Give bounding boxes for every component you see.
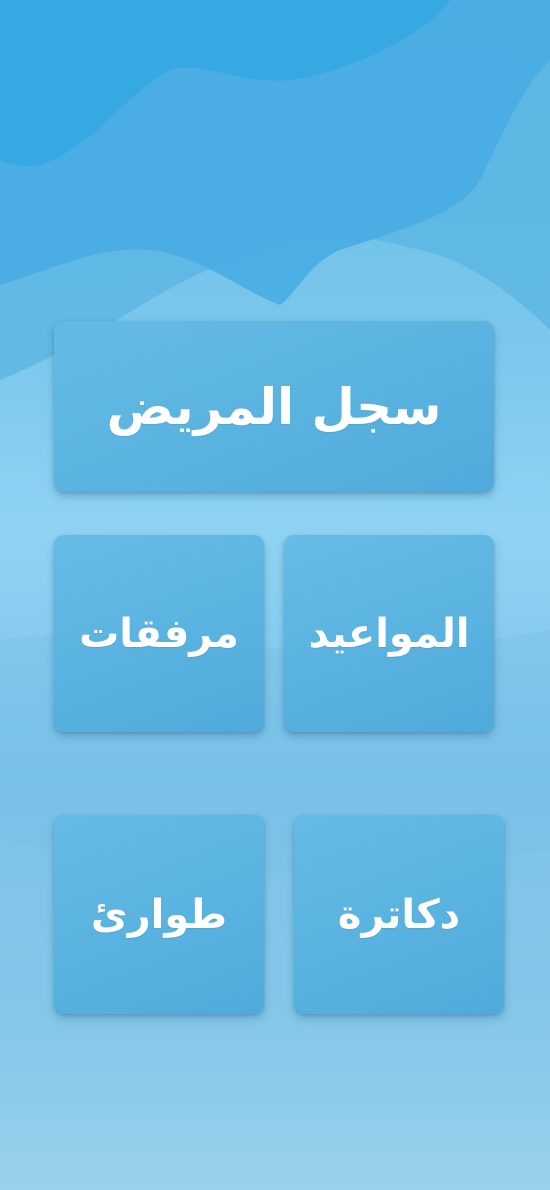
appointments-button[interactable]: المواعيد — [284, 535, 494, 732]
doctors-label: دكاترة — [337, 891, 461, 938]
attachments-label: مرفقات — [79, 610, 239, 657]
attachments-button[interactable]: مرفقات — [54, 535, 264, 732]
patient-record-label: سجل المريض — [106, 377, 442, 436]
appointments-label: المواعيد — [308, 610, 470, 657]
emergency-button[interactable]: طوارئ — [54, 815, 264, 1014]
patient-record-button[interactable]: سجل المريض — [54, 321, 494, 492]
emergency-label: طوارئ — [90, 891, 228, 938]
doctors-button[interactable]: دكاترة — [294, 815, 504, 1014]
